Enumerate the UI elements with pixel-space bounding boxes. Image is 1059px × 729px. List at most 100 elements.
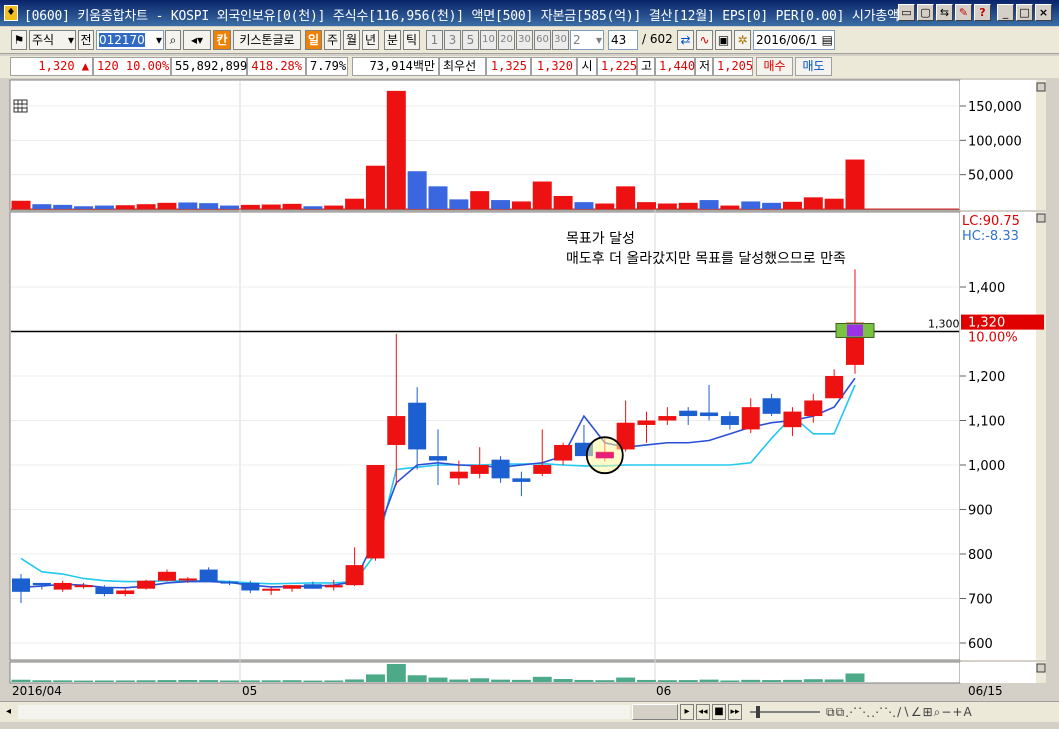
- candle-body: [512, 478, 531, 482]
- sub-volume-bar: [678, 680, 698, 682]
- volume-bar: [386, 90, 406, 209]
- sub-volume-bar: [762, 680, 782, 682]
- first-page-icon[interactable]: ◂◂: [696, 704, 710, 720]
- candle-body: [199, 569, 218, 582]
- price-tick-label: 1,400: [968, 281, 1005, 296]
- date-label-apr: 2016/04: [12, 684, 62, 698]
- candle-body: [262, 588, 281, 591]
- sub-volume-bar: [720, 680, 740, 682]
- candle-body: [762, 398, 781, 414]
- sub-volume-bar: [94, 680, 114, 682]
- sub-volume-bar: [407, 675, 427, 682]
- sub-volume-bar: [553, 679, 573, 682]
- candle-body: [533, 465, 552, 474]
- candle-body: [387, 416, 406, 445]
- price-pane-scroll[interactable]: [1036, 212, 1046, 660]
- stop-icon[interactable]: ■: [712, 704, 726, 720]
- annotation-line-2: 매도후 더 올라갔지만 목표를 달성했으므로 만족: [566, 251, 846, 267]
- volume-bar: [637, 202, 656, 209]
- volume-bar: [115, 205, 135, 209]
- sub-volume-bar: [470, 678, 490, 682]
- volume-bar: [178, 202, 198, 209]
- sub-volume-bar: [699, 679, 719, 682]
- sub-volume-bar: [261, 680, 281, 682]
- sub-axis: [960, 662, 1036, 683]
- sub-volume-bar: [115, 680, 135, 682]
- sub-volume-bar: [303, 680, 323, 682]
- volume-bar: [261, 204, 281, 209]
- sub-volume-bar: [824, 679, 844, 682]
- drawing-tools[interactable]: ⧉⧉⋰⋱⋰⋱∕∖∠⊞⌕−+A: [826, 705, 973, 720]
- volume-tick-label: 150,000: [968, 100, 1022, 115]
- candle-body: [74, 585, 93, 588]
- sub-volume-bar: [595, 680, 615, 682]
- last-price-pct: 10.00%: [968, 331, 1018, 346]
- scrollbar-thumb[interactable]: [632, 704, 678, 720]
- volume-bar: [824, 198, 844, 209]
- candle-body: [32, 582, 51, 586]
- price-tick-label: 700: [968, 593, 993, 608]
- price-tick-label: 900: [968, 504, 993, 519]
- sub-volume-bar: [449, 679, 469, 682]
- volume-bar: [407, 171, 427, 209]
- pane-close-icon[interactable]: [1036, 663, 1046, 673]
- volume-bar: [574, 202, 594, 209]
- volume-bar: [136, 204, 156, 209]
- sub-volume-bar: [365, 674, 385, 682]
- candle-body: [324, 585, 343, 588]
- sub-volume-bar: [178, 680, 198, 682]
- sub-volume-bar: [74, 680, 94, 682]
- chart-canvas[interactable]: 1,400 1,200 1,100 1,000 900 800 700 600 150,000 1…: [0, 0, 1059, 729]
- candle-body: [366, 465, 385, 559]
- lc-label: LC:90.75: [962, 214, 1020, 229]
- zoom-slider[interactable]: [750, 706, 820, 718]
- volume-bar: [94, 205, 114, 209]
- candle-body: [491, 459, 510, 479]
- horizontal-scrollbar[interactable]: [18, 705, 630, 719]
- sub-volume-bar: [428, 677, 448, 682]
- volume-bar: [324, 205, 344, 209]
- volume-bar: [720, 205, 740, 209]
- candle-body: [95, 587, 114, 595]
- sub-volume-bar: [199, 680, 219, 682]
- scroll-right-icon[interactable]: ▸: [680, 704, 694, 720]
- sub-volume-bar: [345, 679, 365, 682]
- hc-label: HC:-8.33: [962, 229, 1019, 244]
- volume-bar: [74, 206, 94, 209]
- pane-close-icon[interactable]: [1036, 213, 1046, 223]
- volume-bar: [511, 201, 531, 209]
- date-label-jun: 06: [656, 684, 672, 698]
- sub-volume-bar: [803, 679, 823, 682]
- sub-volume-bar: [845, 673, 865, 682]
- volume-tick-label: 100,000: [968, 134, 1022, 149]
- volume-pane-scroll[interactable]: [1036, 80, 1046, 210]
- pane-close-icon[interactable]: [1036, 82, 1046, 92]
- candle-body: [470, 465, 489, 474]
- sub-volume-bar: [741, 679, 761, 682]
- candle-body: [53, 582, 72, 590]
- volume-bar: [532, 181, 552, 209]
- sub-volume-bar: [574, 679, 594, 682]
- sub-volume-bar: [491, 679, 511, 682]
- candle-body: [700, 412, 719, 417]
- date-label-may: 05: [242, 684, 258, 698]
- sub-volume-bar: [282, 680, 302, 682]
- candle-body: [637, 420, 656, 425]
- volume-tick-label: 50,000: [968, 169, 1014, 184]
- volume-bar: [303, 206, 323, 209]
- volume-bar: [449, 199, 469, 209]
- candle-body: [679, 410, 698, 417]
- volume-bar: [240, 204, 260, 209]
- last-page-icon[interactable]: ▸▸: [728, 704, 742, 720]
- sub-volume-bar: [157, 680, 177, 682]
- sub-volume-bar: [511, 679, 531, 682]
- volume-bar: [741, 201, 761, 209]
- volume-bar: [782, 201, 802, 209]
- candle-body: [241, 582, 260, 591]
- volume-bar: [699, 200, 719, 209]
- scroll-left-icon[interactable]: ◂: [6, 705, 18, 719]
- candle-body: [12, 578, 30, 592]
- sub-volume-bar: [220, 680, 239, 682]
- candle-body: [408, 402, 427, 450]
- last-price-tag-label: 1,320: [968, 316, 1005, 331]
